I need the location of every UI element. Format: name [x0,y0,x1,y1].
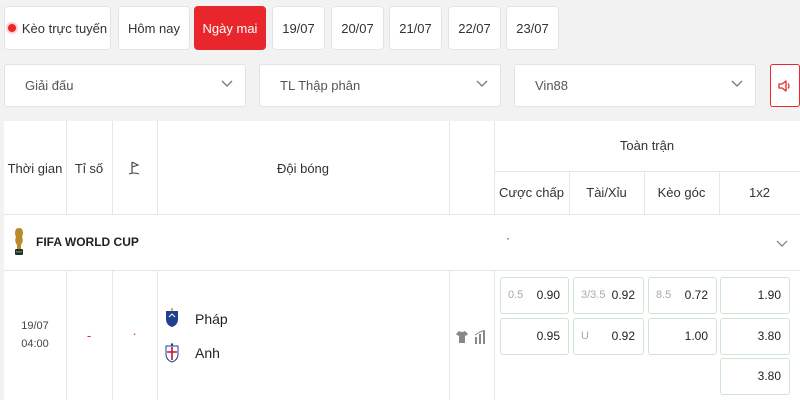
handicap-home-value: 0.90 [536,288,560,302]
tab-date-5[interactable]: 23/07 [506,6,559,50]
1x2-draw-odds[interactable]: 3.80 [720,358,790,395]
under-label: U [581,330,589,342]
under-value: 0.92 [611,329,635,343]
stats-chart-icon[interactable] [474,330,488,344]
header-score: Tỉ số [74,161,104,176]
league-name: FIFA WORLD CUP [36,235,139,249]
1x2-away-value: 3.80 [757,329,781,343]
corner-under-odds[interactable]: 1.00 [648,318,717,355]
match-date: 19/07 [21,320,49,332]
over-under-line: 3/3.5 [581,289,606,301]
league-select-label: Giải đấu [25,78,74,93]
away-team-name[interactable]: Anh [195,345,220,361]
home-team-name[interactable]: Pháp [195,311,228,327]
league-row[interactable]: FIFA WORLD CUP · [4,215,800,270]
tab-tomorrow[interactable]: Ngày mai [194,6,266,50]
corner-line: 8.5 [656,289,672,301]
chevron-down-icon [221,80,233,87]
corner-under-value: 1.00 [684,329,708,343]
england-crest-icon [165,343,179,363]
jersey-icon[interactable] [455,330,469,344]
header-teams: Đội bóng [276,161,330,176]
live-dot-icon [7,24,16,32]
tab-date-4[interactable]: 22/07 [448,6,501,50]
over-value: 0.92 [611,288,635,302]
tab-live-label: Kèo trực tuyến [21,20,108,36]
league-select[interactable]: Giải đấu [4,64,246,107]
match-time: 04:00 [21,338,49,350]
handicap-line: 0.5 [508,289,524,301]
tab-date-1[interactable]: 19/07 [272,6,325,50]
speaker-icon [778,80,790,92]
handicap-home-odds[interactable]: 0.5 0.90 [500,277,569,314]
under-odds[interactable]: U 0.92 [573,318,644,355]
header-handicap: Cược chấp [499,185,564,200]
corner-flag-icon [128,161,140,175]
france-crest-icon [166,308,178,327]
tab-live[interactable]: Kèo trực tuyến [4,6,111,50]
tab-today[interactable]: Hôm nay [118,6,190,50]
header-corner: Kèo góc [657,185,706,200]
odds-table: Thời gian Tỉ số Đội bóng Toàn trận Cược … [4,121,800,400]
tab-date-3[interactable]: 21/07 [389,6,442,50]
1x2-away-odds[interactable]: 3.80 [720,318,790,355]
header-time: Thời gian [7,161,63,176]
match-corner-value: · [132,326,137,341]
1x2-home-odds[interactable]: 1.90 [720,277,790,314]
league-dot: · [506,231,510,245]
bookmaker-select[interactable]: Vin88 [514,64,756,107]
header-over-under: Tài/Xỉu [586,185,627,200]
match-score: - [86,328,92,343]
over-odds[interactable]: 3/3.5 0.92 [573,277,644,314]
odds-type-select-label: TL Thập phân [280,78,361,93]
corner-over-value: 0.72 [684,288,708,302]
world-cup-trophy-icon [15,228,23,255]
tab-date-2[interactable]: 20/07 [331,6,384,50]
header-full-match: Toàn trận [619,138,675,153]
bookmaker-select-label: Vin88 [535,78,569,93]
chevron-down-icon [476,80,488,87]
chevron-down-icon [731,80,743,87]
1x2-draw-value: 3.80 [757,369,781,383]
sound-toggle-button[interactable] [770,64,800,107]
header-1x2: 1x2 [749,185,770,200]
handicap-away-odds[interactable]: 0.95 [500,318,569,355]
odds-type-select[interactable]: TL Thập phân [259,64,501,107]
handicap-away-value: 0.95 [536,329,560,343]
1x2-home-value: 1.90 [757,288,781,302]
chevron-down-icon[interactable] [776,237,788,249]
corner-over-odds[interactable]: 8.5 0.72 [648,277,717,314]
